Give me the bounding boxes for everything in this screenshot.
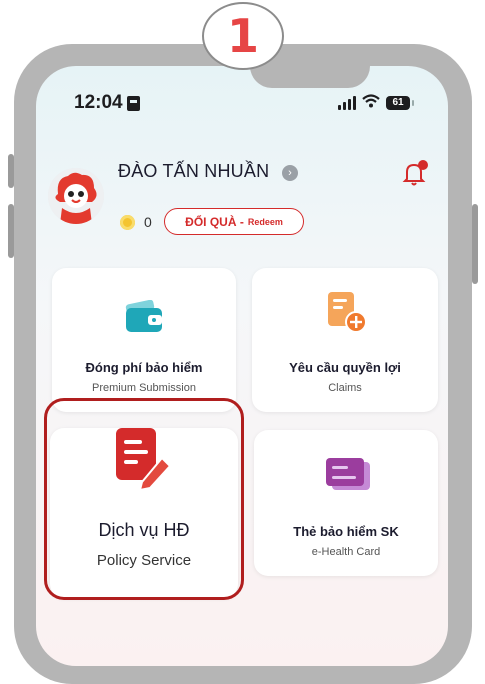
battery-icon: 61 [386,95,414,110]
user-name[interactable]: ĐÀO TẤN NHUẦN [118,161,269,182]
tile-subtitle: Claims [328,382,362,394]
tile-title: Dịch vụ HĐ [98,520,190,540]
profile-arrow-icon[interactable]: › [282,165,298,181]
phone-side-button [8,204,14,258]
points-count: 0 [144,214,152,230]
status-bar-time: 12:04 [74,92,140,114]
redeem-label-vn: ĐỔI QUÀ - [185,214,244,229]
sim-icon [126,95,140,111]
mascot-avatar-icon [48,168,104,224]
tile-title: Yêu cầu quyền lợi [289,360,401,375]
card-icon [324,456,372,499]
notification-bell-icon[interactable] [402,160,428,188]
tile-subtitle: Policy Service [96,552,192,569]
wifi-icon [362,94,380,111]
tile-subtitle: e-Health Card [311,546,381,558]
step-number-badge: 1 [202,2,284,70]
phone-side-button [472,204,478,284]
app-screen: 12:04 61 ĐÀO TẤN NHUẦN › 0 ĐỔI QUÀ - Red… [36,66,448,666]
premium-submission-tile[interactable]: Đóng phí bảo hiểm Premium Submission [52,268,236,412]
tile-title: Thẻ bảo hiểm SK [293,524,399,539]
status-bar-right: 61 [338,94,414,111]
redeem-label-en: Redeem [247,216,283,227]
coin-icon [120,215,135,230]
tile-subtitle: Premium Submission [92,382,196,394]
phone-side-button [8,154,14,188]
policy-service-tile[interactable]: Dịch vụ HĐ Policy Service [50,428,238,598]
status-time-text: 12:04 [74,92,123,113]
battery-level-text: 61 [392,97,404,108]
avatar[interactable] [48,168,104,224]
claims-tile[interactable]: Yêu cầu quyền lợi Claims [252,268,438,412]
cell-signal-icon [338,95,356,110]
document-edit-icon [110,428,176,497]
tile-title: Đóng phí bảo hiểm [85,360,203,375]
claims-add-icon [326,290,368,339]
redeem-button[interactable]: ĐỔI QUÀ - Redeem [164,208,304,235]
e-health-card-tile[interactable]: Thẻ bảo hiểm SK e-Health Card [254,430,438,576]
wallet-icon [124,299,164,339]
